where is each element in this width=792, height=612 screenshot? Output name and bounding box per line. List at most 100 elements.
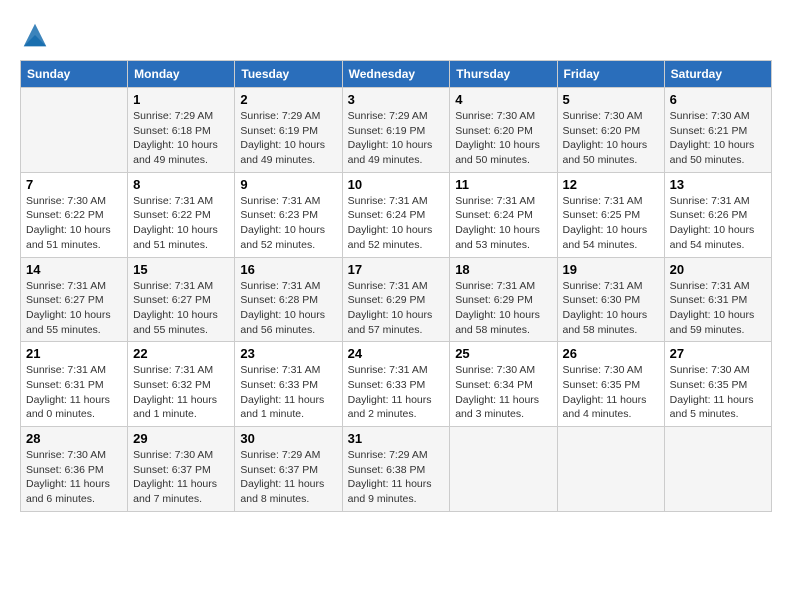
cell-date: 16 [240, 262, 336, 277]
cell-info: Sunrise: 7:30 AMSunset: 6:20 PMDaylight:… [455, 109, 551, 168]
calendar-cell: 9 Sunrise: 7:31 AMSunset: 6:23 PMDaylight… [235, 172, 342, 257]
calendar-cell: 17 Sunrise: 7:31 AMSunset: 6:29 PMDayligh… [342, 257, 450, 342]
calendar-cell: 11 Sunrise: 7:31 AMSunset: 6:24 PMDayligh… [450, 172, 557, 257]
cell-info: Sunrise: 7:31 AMSunset: 6:26 PMDaylight:… [670, 194, 766, 253]
cell-date: 20 [670, 262, 766, 277]
logo [20, 20, 52, 50]
cell-date: 9 [240, 177, 336, 192]
cell-info: Sunrise: 7:30 AMSunset: 6:35 PMDaylight:… [563, 363, 659, 422]
header-day-wednesday: Wednesday [342, 61, 450, 88]
cell-date: 6 [670, 92, 766, 107]
calendar-cell [450, 427, 557, 512]
calendar-cell: 19 Sunrise: 7:31 AMSunset: 6:30 PMDayligh… [557, 257, 664, 342]
cell-info: Sunrise: 7:31 AMSunset: 6:23 PMDaylight:… [240, 194, 336, 253]
week-row-1: 1 Sunrise: 7:29 AMSunset: 6:18 PMDaylight… [21, 88, 772, 173]
cell-date: 22 [133, 346, 229, 361]
cell-date: 24 [348, 346, 445, 361]
calendar-cell: 29Sunrise: 7:30 AMSunset: 6:37 PMDayligh… [128, 427, 235, 512]
calendar-cell [557, 427, 664, 512]
cell-date: 28 [26, 431, 122, 446]
cell-date: 30 [240, 431, 336, 446]
cell-date: 18 [455, 262, 551, 277]
calendar-cell: 3Sunrise: 7:29 AMSunset: 6:19 PMDaylight… [342, 88, 450, 173]
cell-info: Sunrise: 7:31 AMSunset: 6:24 PMDaylight:… [455, 194, 551, 253]
cell-info: Sunrise: 7:31 AMSunset: 6:27 PMDaylight:… [26, 279, 122, 338]
calendar-cell: 1 Sunrise: 7:29 AMSunset: 6:18 PMDaylight… [128, 88, 235, 173]
cell-info: Sunrise: 7:29 AMSunset: 6:37 PMDaylight:… [240, 448, 336, 507]
cell-info: Sunrise: 7:30 AMSunset: 6:35 PMDaylight:… [670, 363, 766, 422]
cell-date: 11 [455, 177, 551, 192]
cell-info: Sunrise: 7:30 AMSunset: 6:22 PMDaylight:… [26, 194, 122, 253]
cell-date: 1 [133, 92, 229, 107]
cell-info: Sunrise: 7:31 AMSunset: 6:33 PMDaylight:… [240, 363, 336, 422]
cell-info: Sunrise: 7:29 AMSunset: 6:18 PMDaylight:… [133, 109, 229, 168]
cell-date: 14 [26, 262, 122, 277]
cell-date: 29 [133, 431, 229, 446]
cell-date: 17 [348, 262, 445, 277]
calendar-cell: 2Sunrise: 7:29 AMSunset: 6:19 PMDaylight… [235, 88, 342, 173]
calendar-cell: 16 Sunrise: 7:31 AMSunset: 6:28 PMDayligh… [235, 257, 342, 342]
calendar-cell: 15 Sunrise: 7:31 AMSunset: 6:27 PMDayligh… [128, 257, 235, 342]
cell-info: Sunrise: 7:31 AMSunset: 6:29 PMDaylight:… [348, 279, 445, 338]
cell-info: Sunrise: 7:31 AMSunset: 6:30 PMDaylight:… [563, 279, 659, 338]
header-day-saturday: Saturday [664, 61, 771, 88]
calendar-cell: 24 Sunrise: 7:31 AMSunset: 6:33 PMDayligh… [342, 342, 450, 427]
cell-date: 31 [348, 431, 445, 446]
cell-info: Sunrise: 7:31 AMSunset: 6:29 PMDaylight:… [455, 279, 551, 338]
cell-info: Sunrise: 7:31 AMSunset: 6:32 PMDaylight:… [133, 363, 229, 422]
calendar-cell: 22 Sunrise: 7:31 AMSunset: 6:32 PMDayligh… [128, 342, 235, 427]
cell-info: Sunrise: 7:29 AMSunset: 6:38 PMDaylight:… [348, 448, 445, 507]
cell-date: 13 [670, 177, 766, 192]
week-row-5: 28 Sunrise: 7:30 AMSunset: 6:36 PMDayligh… [21, 427, 772, 512]
calendar-cell: 26 Sunrise: 7:30 AMSunset: 6:35 PMDayligh… [557, 342, 664, 427]
cell-date: 26 [563, 346, 659, 361]
cell-date: 5 [563, 92, 659, 107]
calendar-cell: 10 Sunrise: 7:31 AMSunset: 6:24 PMDayligh… [342, 172, 450, 257]
calendar-cell: 8 Sunrise: 7:31 AMSunset: 6:22 PMDaylight… [128, 172, 235, 257]
calendar-cell [21, 88, 128, 173]
cell-info: Sunrise: 7:31 AMSunset: 6:28 PMDaylight:… [240, 279, 336, 338]
calendar-table: SundayMondayTuesdayWednesdayThursdayFrid… [20, 60, 772, 512]
cell-info: Sunrise: 7:31 AMSunset: 6:25 PMDaylight:… [563, 194, 659, 253]
week-row-2: 7 Sunrise: 7:30 AMSunset: 6:22 PMDaylight… [21, 172, 772, 257]
cell-date: 19 [563, 262, 659, 277]
calendar-cell: 27 Sunrise: 7:30 AMSunset: 6:35 PMDayligh… [664, 342, 771, 427]
cell-date: 12 [563, 177, 659, 192]
calendar-cell: 6 Sunrise: 7:30 AMSunset: 6:21 PMDaylight… [664, 88, 771, 173]
cell-date: 21 [26, 346, 122, 361]
week-row-4: 21 Sunrise: 7:31 AMSunset: 6:31 PMDayligh… [21, 342, 772, 427]
header-day-monday: Monday [128, 61, 235, 88]
cell-info: Sunrise: 7:30 AMSunset: 6:20 PMDaylight:… [563, 109, 659, 168]
calendar-cell: 30 Sunrise: 7:29 AMSunset: 6:37 PMDayligh… [235, 427, 342, 512]
calendar-cell: 12 Sunrise: 7:31 AMSunset: 6:25 PMDayligh… [557, 172, 664, 257]
calendar-cell: 14 Sunrise: 7:31 AMSunset: 6:27 PMDayligh… [21, 257, 128, 342]
cell-date: 7 [26, 177, 122, 192]
cell-date: 2 [240, 92, 336, 107]
cell-info: Sunrise: 7:30 AMSunset: 6:36 PMDaylight:… [26, 448, 122, 507]
header-day-thursday: Thursday [450, 61, 557, 88]
cell-date: 25 [455, 346, 551, 361]
cell-date: 8 [133, 177, 229, 192]
header-row: SundayMondayTuesdayWednesdayThursdayFrid… [21, 61, 772, 88]
cell-info: Sunrise: 7:31 AMSunset: 6:24 PMDaylight:… [348, 194, 445, 253]
cell-info: Sunrise: 7:31 AMSunset: 6:31 PMDaylight:… [670, 279, 766, 338]
header-day-friday: Friday [557, 61, 664, 88]
cell-date: 10 [348, 177, 445, 192]
cell-date: 4 [455, 92, 551, 107]
page-header [20, 20, 772, 50]
cell-info: Sunrise: 7:31 AMSunset: 6:31 PMDaylight:… [26, 363, 122, 422]
cell-date: 3 [348, 92, 445, 107]
header-day-sunday: Sunday [21, 61, 128, 88]
cell-info: Sunrise: 7:30 AMSunset: 6:21 PMDaylight:… [670, 109, 766, 168]
calendar-cell [664, 427, 771, 512]
calendar-cell: 5 Sunrise: 7:30 AMSunset: 6:20 PMDaylight… [557, 88, 664, 173]
cell-date: 27 [670, 346, 766, 361]
cell-info: Sunrise: 7:31 AMSunset: 6:22 PMDaylight:… [133, 194, 229, 253]
cell-info: Sunrise: 7:30 AMSunset: 6:34 PMDaylight:… [455, 363, 551, 422]
calendar-cell: 7 Sunrise: 7:30 AMSunset: 6:22 PMDaylight… [21, 172, 128, 257]
cell-info: Sunrise: 7:31 AMSunset: 6:27 PMDaylight:… [133, 279, 229, 338]
cell-info: Sunrise: 7:31 AMSunset: 6:33 PMDaylight:… [348, 363, 445, 422]
cell-date: 15 [133, 262, 229, 277]
week-row-3: 14 Sunrise: 7:31 AMSunset: 6:27 PMDayligh… [21, 257, 772, 342]
logo-icon [20, 20, 50, 50]
